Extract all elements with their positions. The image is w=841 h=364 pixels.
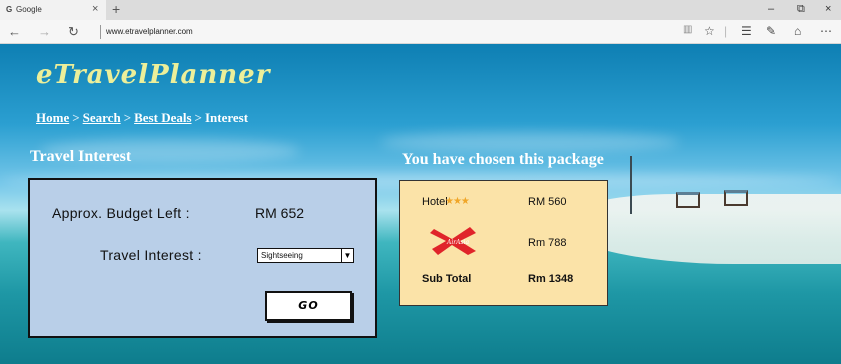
cloud xyxy=(380,132,680,152)
package-summary: Hotel ★★★ RM 560 AirAsia Rm 788 Sub Tota… xyxy=(399,180,608,306)
minimize-button[interactable]: – xyxy=(768,3,774,15)
page-background: eTravelPlanner Home > Search > Best Deals > In… xyxy=(0,44,841,364)
airline-price: Rm 788 xyxy=(528,237,567,249)
travel-interest-panel: Approx. Budget Left : RM 652 Travel Inte… xyxy=(28,178,377,338)
close-window-button[interactable]: × xyxy=(825,3,831,15)
travel-interest-select[interactable]: Sightseeing ▼ xyxy=(257,248,354,263)
breadcrumb-separator: > xyxy=(123,110,132,125)
budget-label: Approx. Budget Left : xyxy=(52,205,190,221)
airasia-logo: AirAsia xyxy=(430,227,476,255)
breadcrumb: Home > Search > Best Deals > Interest xyxy=(36,110,248,126)
web-note-icon[interactable]: ✎ xyxy=(766,24,776,38)
airasia-logo-text: AirAsia xyxy=(446,239,469,246)
breadcrumb-search[interactable]: Search xyxy=(83,110,121,125)
favorite-star-icon[interactable]: ☆ xyxy=(704,24,715,38)
beach-chair xyxy=(676,192,700,208)
go-button[interactable]: GO xyxy=(265,291,352,321)
google-tab-icon: G xyxy=(6,5,13,14)
hotel-label: Hotel xyxy=(422,196,448,208)
breadcrumb-separator: > xyxy=(194,110,202,125)
breadcrumb-separator: > xyxy=(72,110,80,125)
travel-interest-label: Travel Interest : xyxy=(100,247,202,263)
tab-title: Google xyxy=(16,5,42,14)
select-value: Sightseeing xyxy=(261,251,303,260)
new-tab-button[interactable]: + xyxy=(112,1,120,17)
forward-arrow-icon[interactable]: → xyxy=(38,24,51,39)
breadcrumb-best-deals[interactable]: Best Deals xyxy=(134,110,191,125)
site-logo[interactable]: eTravelPlanner xyxy=(36,60,270,90)
back-arrow-icon[interactable]: ← xyxy=(8,24,21,39)
hub-icon[interactable]: ☰ xyxy=(741,24,752,38)
chevron-down-icon[interactable]: ▼ xyxy=(341,249,353,262)
breadcrumb-current: Interest xyxy=(204,110,249,125)
address-separator xyxy=(100,25,101,39)
address-bar-row: ← → ↻ www.etravelplanner.com ▥ ☆ | ☰ ✎ ⌂… xyxy=(0,20,841,44)
subtotal-value: Rm 1348 xyxy=(528,273,574,285)
refresh-icon[interactable]: ↻ xyxy=(68,24,79,40)
subtotal-label: Sub Total xyxy=(422,273,472,285)
travel-interest-heading: Travel Interest xyxy=(30,148,132,165)
breadcrumb-home[interactable]: Home xyxy=(36,110,69,125)
budget-value: RM 652 xyxy=(255,205,305,221)
toolbar-divider: | xyxy=(724,24,728,38)
beach-chair xyxy=(724,190,748,206)
more-icon[interactable]: ⋯ xyxy=(820,24,832,38)
maximize-button[interactable]: ⧉ xyxy=(797,3,805,16)
package-heading: You have chosen this package xyxy=(402,151,604,168)
browser-tab[interactable]: G Google × xyxy=(0,0,106,20)
reading-view-icon[interactable]: ▥ xyxy=(683,24,692,35)
umbrella-pole xyxy=(630,156,632,214)
hotel-price: RM 560 xyxy=(528,196,567,208)
tab-close-icon[interactable]: × xyxy=(92,3,98,15)
browser-tabbar: G Google × + – ⧉ × xyxy=(0,0,841,20)
star-rating-icon: ★★★ xyxy=(445,196,470,207)
url-field[interactable]: www.etravelplanner.com xyxy=(106,27,193,36)
share-icon[interactable]: ⌂ xyxy=(794,24,801,38)
